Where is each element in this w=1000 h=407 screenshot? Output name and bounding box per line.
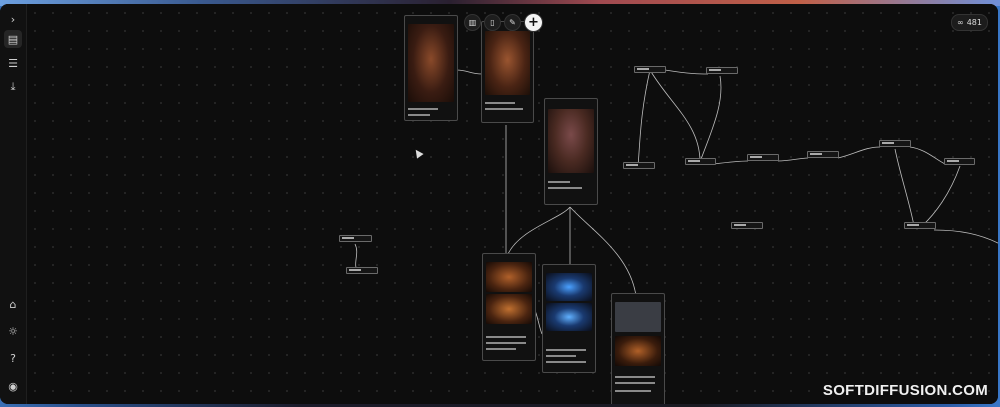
watermark: SOFTDIFFUSION.COM [822, 382, 988, 399]
document-icon[interactable]: ▯ [484, 14, 501, 31]
text-node[interactable] [346, 267, 378, 274]
caption-line [408, 114, 430, 116]
caption-line [486, 348, 516, 350]
caption-line [486, 342, 526, 344]
image-card[interactable] [544, 98, 598, 205]
node-count-badge[interactable]: ∞ 481 [951, 14, 988, 31]
caption-line [615, 390, 651, 392]
expand-icon[interactable]: › [4, 10, 22, 28]
node-count: 481 [966, 18, 982, 27]
map-icon[interactable]: ▥ [464, 14, 481, 31]
wire [777, 157, 809, 162]
blue-blast-image [546, 273, 592, 301]
loading-placeholder [615, 302, 661, 332]
wire [507, 206, 571, 255]
image-card[interactable] [481, 21, 534, 123]
text-node[interactable] [706, 67, 738, 74]
caption-line [615, 382, 655, 384]
image-card[interactable] [482, 253, 536, 361]
wire [455, 69, 483, 75]
theme-icon[interactable]: ☼ [4, 322, 22, 340]
wire [909, 146, 946, 165]
wire [699, 75, 722, 163]
text-node[interactable] [879, 140, 911, 147]
wire [894, 148, 915, 227]
text-node[interactable] [904, 222, 936, 229]
caption-line [548, 181, 570, 183]
add-node-button[interactable]: + [524, 13, 543, 32]
canvas-toolbar: ▥ ▯ ✎ + [464, 13, 543, 32]
wire [933, 229, 998, 244]
library-icon[interactable]: ▤ [4, 30, 22, 48]
home-icon[interactable]: ⌂ [4, 295, 22, 313]
caption-line [546, 355, 576, 357]
avatar[interactable]: ◉ [4, 377, 22, 395]
soldier-character-image [485, 31, 530, 95]
battle-scene-image [486, 294, 532, 324]
text-node[interactable] [623, 162, 655, 169]
caption-line [548, 187, 582, 189]
download-icon[interactable]: ⤓ [4, 78, 22, 96]
left-sidebar: › ▤ ☰ ⤓ ⌂ ☼ ? ◉ [0, 4, 27, 404]
caption-line [486, 336, 526, 338]
image-card[interactable] [542, 264, 596, 373]
wire [649, 69, 701, 163]
caption-line [546, 349, 586, 351]
caption-line [485, 102, 515, 104]
help-icon[interactable]: ? [4, 349, 22, 367]
text-node[interactable] [747, 154, 779, 161]
cave-scene-image [615, 336, 661, 366]
text-node[interactable] [807, 151, 839, 158]
wire [837, 146, 881, 159]
wire [664, 69, 709, 75]
caption-line [485, 108, 523, 110]
text-node[interactable] [944, 158, 975, 165]
caption-line [546, 361, 586, 363]
text-node[interactable] [731, 222, 763, 229]
caption-line [408, 108, 438, 110]
wire [921, 165, 961, 227]
text-node[interactable] [685, 158, 716, 165]
battle-scene-image [486, 262, 532, 292]
image-card[interactable] [611, 293, 665, 404]
wire [713, 160, 749, 165]
app-window: › ▤ ☰ ⤓ ⌂ ☼ ? ◉ ▥ ▯ ✎ + ∞ 481 [0, 4, 998, 404]
link-icon: ∞ [957, 18, 964, 27]
image-card[interactable] [404, 15, 458, 121]
brush-icon[interactable]: ✎ [504, 14, 521, 31]
text-node[interactable] [634, 66, 666, 73]
sliders-icon[interactable]: ☰ [4, 54, 22, 72]
text-node[interactable] [339, 235, 372, 242]
blue-blast-image [546, 303, 592, 331]
caption-line [615, 376, 655, 378]
gorilla-character-image [548, 109, 594, 173]
wire [637, 69, 651, 167]
robot-character-image [408, 24, 454, 102]
